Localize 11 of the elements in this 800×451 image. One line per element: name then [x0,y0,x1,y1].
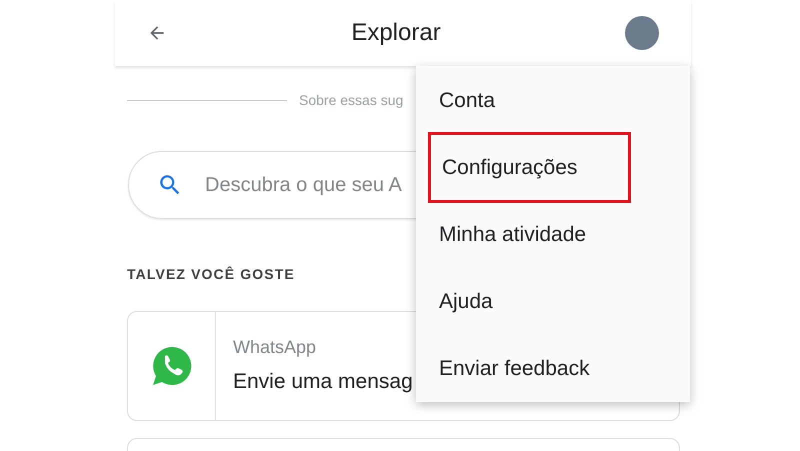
menu-item[interactable]: Conta [439,84,496,116]
about-suggestions-text: Sobre essas sug [299,91,404,110]
menu-item[interactable]: Minha atividade [439,218,586,250]
app-description: Envie uma mensag [233,369,413,396]
app-name: WhatsApp [233,336,318,360]
avatar-icon[interactable] [625,16,659,50]
menu-item[interactable]: Enviar feedback [439,352,590,384]
section-heading: TALVEZ VOCÊ GOSTE [127,265,296,284]
menu-item[interactable]: Configurações [428,132,631,204]
search-placeholder: Descubra o que seu A [205,173,402,198]
page-title: Explorar [351,18,441,48]
